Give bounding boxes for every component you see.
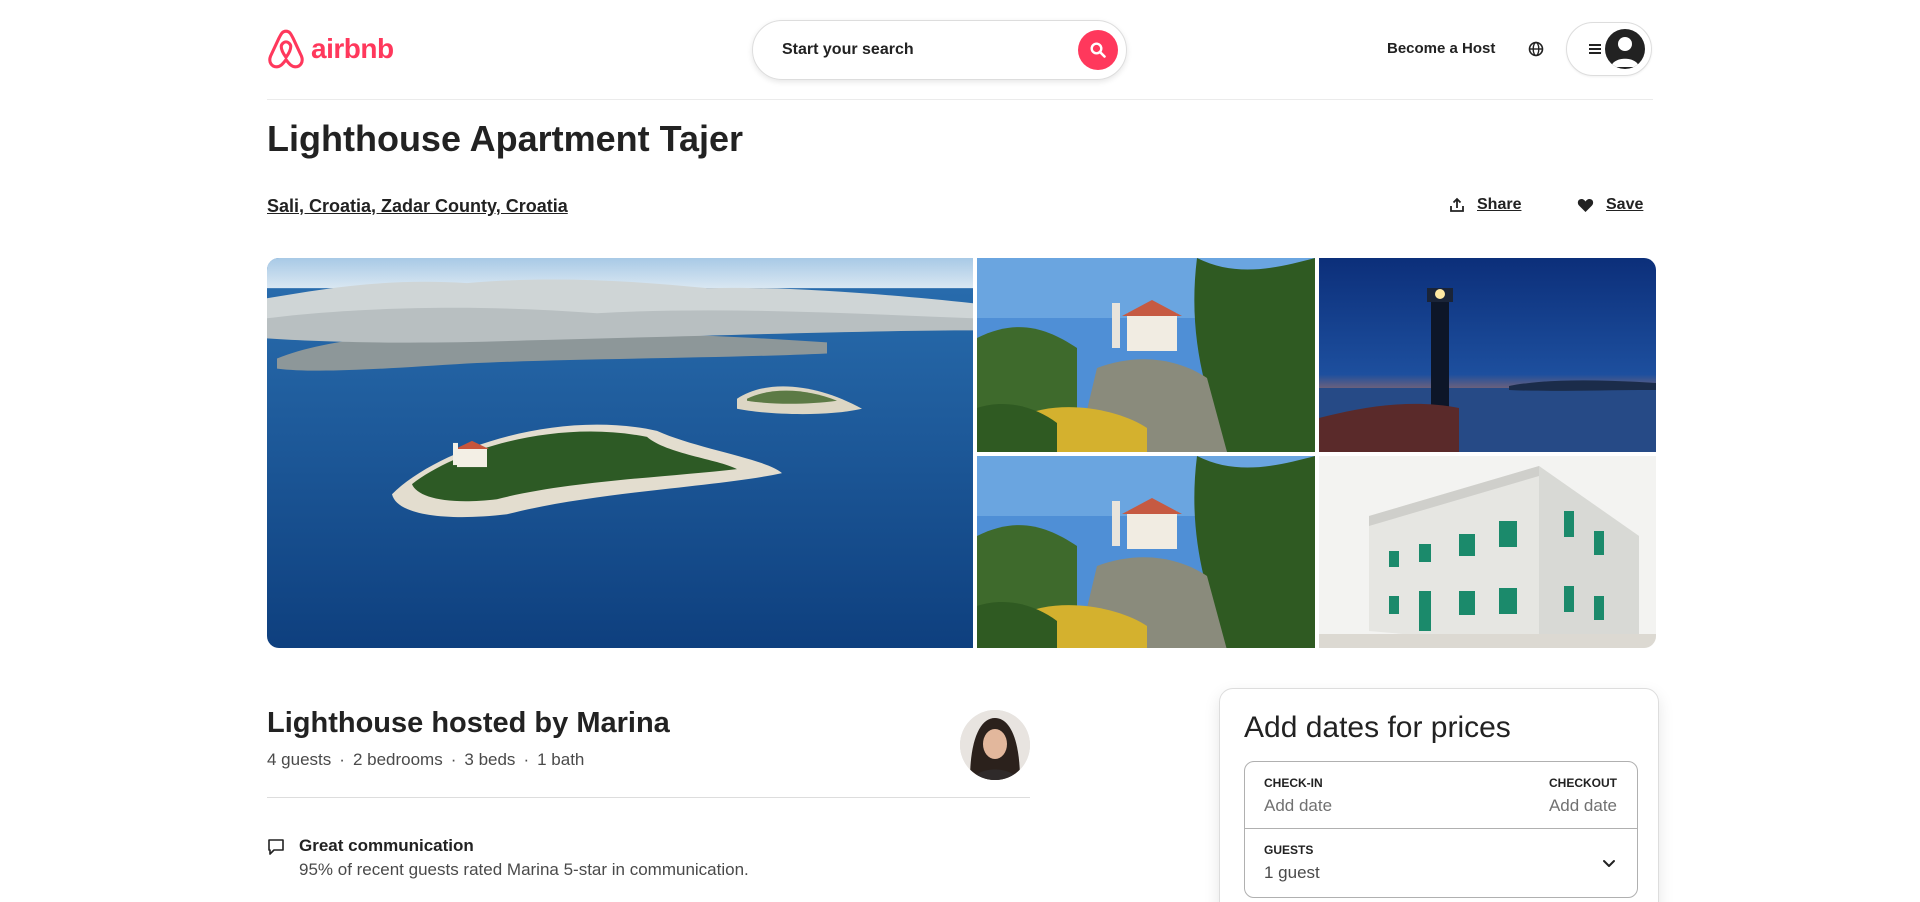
highlight-title: Great communication bbox=[299, 836, 474, 855]
guests-count: 4 guests bbox=[267, 750, 332, 769]
message-icon bbox=[268, 839, 284, 855]
chevron-down-icon[interactable] bbox=[1601, 855, 1617, 871]
search-icon bbox=[1090, 42, 1106, 58]
header: airbnb Start your search Become a Host bbox=[267, 0, 1653, 100]
checkin-label: CHECK-IN bbox=[1264, 776, 1323, 790]
guests-label: GUESTS bbox=[1264, 843, 1314, 857]
highlight-description: 95% of recent guests rated Marina 5-star… bbox=[299, 860, 749, 879]
user-menu-button[interactable] bbox=[1566, 22, 1652, 76]
photo-lighthouse-path-2[interactable] bbox=[977, 456, 1315, 648]
booking-title: Add dates for prices bbox=[1244, 711, 1511, 744]
separator: · bbox=[523, 750, 530, 769]
section-divider bbox=[267, 797, 1030, 798]
separator: · bbox=[450, 750, 457, 769]
listing-location-link[interactable]: Sali, Croatia, Zadar County, Croatia bbox=[267, 196, 568, 217]
globe-icon bbox=[1528, 41, 1544, 57]
share-button[interactable]: Share bbox=[1449, 196, 1521, 214]
separator: · bbox=[339, 750, 345, 769]
search-button[interactable] bbox=[1078, 30, 1118, 70]
bedrooms-count: 2 bedrooms bbox=[352, 750, 443, 769]
checkout-value: Add date bbox=[1548, 796, 1617, 815]
share-label: Share bbox=[1477, 196, 1522, 213]
search-bar[interactable]: Start your search bbox=[752, 20, 1127, 80]
heart-icon bbox=[1577, 199, 1594, 212]
menu-icon bbox=[1589, 44, 1601, 54]
photo-main[interactable] bbox=[267, 258, 973, 648]
photo-lighthouse-night[interactable] bbox=[1319, 258, 1656, 452]
checkout-label: CHECKOUT bbox=[1549, 776, 1617, 790]
save-label: Save bbox=[1606, 196, 1644, 213]
bath-count: 1 bath bbox=[537, 750, 585, 769]
host-avatar[interactable] bbox=[960, 710, 1030, 780]
photo-white-building[interactable] bbox=[1319, 456, 1656, 648]
guests-field[interactable]: GUESTS 1 guest bbox=[1245, 829, 1637, 897]
highlight-text: Great communication 95% of recent guests… bbox=[299, 836, 749, 880]
photo-gallery bbox=[267, 258, 1656, 648]
dates-row: CHECK-IN Add date CHECKOUT Add date bbox=[1245, 762, 1637, 829]
share-icon bbox=[1450, 197, 1464, 212]
listing-details: 4 guests · 2 bedrooms · 3 beds · 1 bath bbox=[267, 750, 584, 770]
checkin-value: Add date bbox=[1264, 796, 1333, 815]
checkout-field[interactable]: CHECKOUT Add date bbox=[1549, 776, 1617, 816]
search-label: Start your search bbox=[782, 41, 914, 58]
guests-text: GUESTS 1 guest bbox=[1264, 843, 1320, 883]
booking-card: Add dates for prices CHECK-IN Add date C… bbox=[1219, 688, 1659, 902]
highlight-communication: Great communication 95% of recent guests… bbox=[267, 836, 749, 880]
checkin-field[interactable]: CHECK-IN Add date bbox=[1264, 776, 1332, 816]
language-button[interactable] bbox=[1525, 38, 1547, 60]
airbnb-logo[interactable]: airbnb bbox=[267, 28, 394, 70]
beds-count: 3 beds bbox=[464, 750, 516, 769]
become-host-link[interactable]: Become a Host bbox=[1387, 40, 1495, 57]
date-picker: CHECK-IN Add date CHECKOUT Add date GUES… bbox=[1244, 761, 1638, 898]
user-avatar-icon bbox=[1605, 29, 1645, 69]
guests-value: 1 guest bbox=[1264, 863, 1320, 882]
logo-text: airbnb bbox=[311, 33, 394, 64]
photo-lighthouse-path-1[interactable] bbox=[977, 258, 1315, 452]
listing-title: Lighthouse Apartment Tajer bbox=[267, 118, 744, 159]
save-button[interactable]: Save bbox=[1577, 196, 1643, 214]
host-title: Lighthouse hosted by Marina bbox=[267, 707, 670, 739]
airbnb-logo-icon bbox=[268, 29, 304, 69]
